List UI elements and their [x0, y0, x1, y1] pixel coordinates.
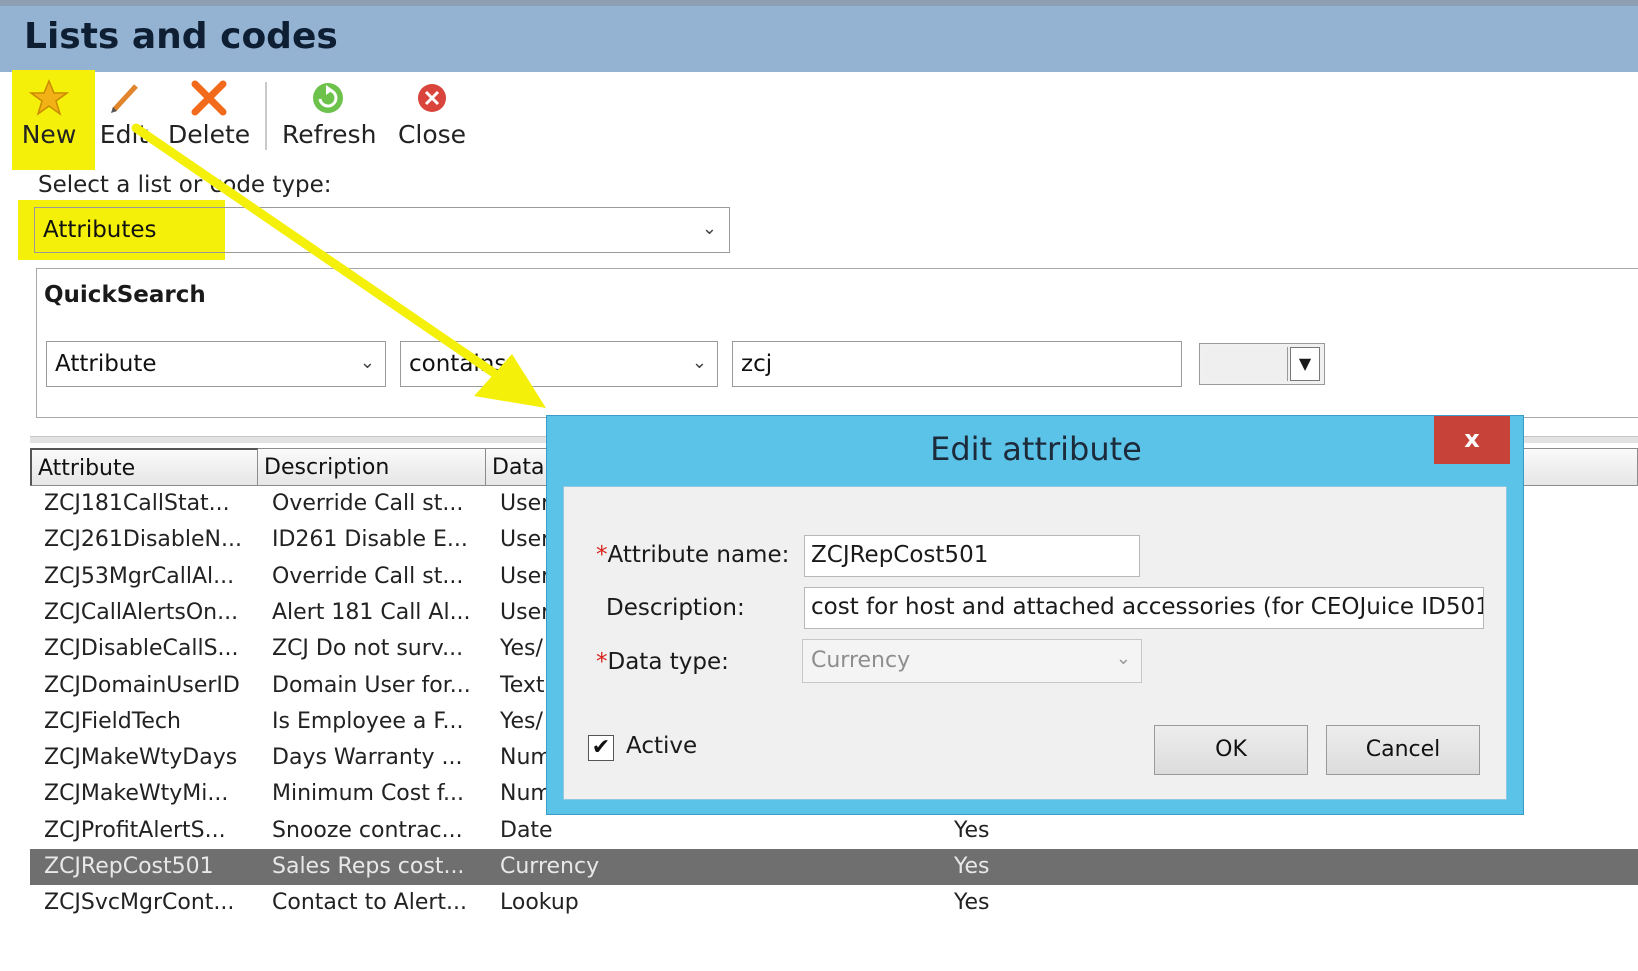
- table-cell-attribute: ZCJ181CallStat...: [44, 491, 230, 516]
- table-cell-description: Is Employee a F...: [272, 708, 464, 734]
- dialog-title: Edit attribute: [930, 430, 1142, 468]
- table-cell-data: User: [500, 527, 551, 553]
- table-cell-description: Contact to Alert...: [272, 890, 468, 916]
- table-cell-data: User: [500, 563, 551, 589]
- table-cell-attribute: ZCJ53MgrCallAl...: [44, 563, 235, 589]
- dropdown-arrow-icon[interactable]: ▼: [1290, 347, 1320, 381]
- description-label: Description:: [606, 595, 745, 621]
- table-cell-data: Text: [500, 672, 545, 698]
- table-cell-description: Snooze contrac...: [272, 817, 463, 843]
- toolbar-separator: [265, 82, 267, 150]
- data-type-select[interactable]: Currency ⌄: [802, 639, 1142, 683]
- quicksearch-title: QuickSearch: [44, 282, 206, 308]
- quicksearch-color-picker[interactable]: ▼: [1199, 343, 1325, 385]
- data-type-label: *Data type:: [596, 649, 729, 675]
- table-cell-attribute: ZCJProfitAlertS...: [44, 817, 226, 843]
- quicksearch-operator-select[interactable]: contains ⌄: [400, 341, 718, 387]
- chevron-down-icon: ⌄: [701, 218, 717, 239]
- column-header-description[interactable]: Description: [258, 448, 486, 486]
- ok-button[interactable]: OK: [1154, 725, 1308, 775]
- table-cell-description: Sales Reps cost...: [272, 854, 465, 879]
- refresh-icon: [313, 83, 343, 113]
- delete-button[interactable]: Delete: [168, 78, 250, 149]
- table-row[interactable]: ZCJRepCost501 Sales Reps cost... Currency Y…: [30, 849, 1638, 885]
- table-cell-description: Override Call st...: [272, 563, 464, 589]
- table-cell-active: Yes: [954, 890, 990, 916]
- chevron-down-icon: ⌄: [691, 352, 707, 373]
- table-cell-data: Lookup: [500, 890, 579, 916]
- table-cell-data: Date: [500, 817, 553, 843]
- quicksearch-value-input[interactable]: zcj: [732, 341, 1182, 387]
- attribute-name-input[interactable]: ZCJRepCost501: [804, 535, 1140, 577]
- table-cell-data: Num: [500, 745, 552, 771]
- required-marker: *: [596, 649, 608, 675]
- table-cell-attribute: ZCJMakeWtyMi...: [44, 781, 229, 807]
- new-label: New: [21, 120, 77, 149]
- window-titlebar: Lists and codes: [0, 6, 1638, 73]
- color-swatch: [1203, 347, 1288, 381]
- list-type-label: Select a list or code type:: [38, 172, 332, 198]
- window-title: Lists and codes: [24, 16, 338, 57]
- chevron-down-icon: ⌄: [359, 352, 375, 373]
- table-cell-description: Override Call st...: [272, 491, 464, 516]
- checkmark-icon: ✔: [591, 735, 611, 760]
- table-cell-description: Domain User for...: [272, 672, 471, 698]
- close-label: Close: [397, 120, 467, 149]
- table-row[interactable]: ZCJProfitAlertS... Snooze contrac... Date Y…: [30, 813, 1638, 849]
- cancel-button[interactable]: Cancel: [1326, 725, 1480, 775]
- delete-label: Delete: [168, 120, 251, 149]
- table-cell-attribute: ZCJFieldTech: [44, 708, 181, 734]
- chevron-down-icon: ⌄: [1115, 648, 1131, 669]
- close-button[interactable]: Close: [396, 78, 468, 149]
- edit-attribute-dialog: Edit attribute x *Attribute name: ZCJRep…: [546, 415, 1524, 815]
- refresh-label: Refresh: [282, 120, 377, 149]
- table-cell-data: User: [500, 599, 551, 625]
- dialog-body: *Attribute name: ZCJRepCost501 Descripti…: [563, 486, 1507, 800]
- data-type-value: Currency: [811, 648, 911, 673]
- table-cell-data: Num: [500, 781, 552, 807]
- refresh-button[interactable]: Refresh: [282, 78, 377, 149]
- table-cell-attribute: ZCJ261DisableN...: [44, 527, 242, 553]
- star-icon: [29, 79, 69, 116]
- list-type-value: Attributes: [43, 217, 157, 243]
- attribute-name-label: *Attribute name:: [596, 542, 790, 568]
- table-cell-description: ID261 Disable E...: [272, 527, 468, 553]
- table-cell-description: Minimum Cost f...: [272, 781, 464, 807]
- table-cell-attribute: ZCJDisableCallS...: [44, 636, 239, 662]
- table-cell-active: Yes: [954, 817, 990, 843]
- table-cell-data: User: [500, 491, 551, 516]
- table-cell-description: ZCJ Do not surv...: [272, 636, 464, 662]
- quicksearch-value-text: zcj: [741, 351, 773, 377]
- table-cell-data: Currency: [500, 854, 600, 879]
- new-button[interactable]: New: [18, 78, 80, 149]
- close-circle-icon: [418, 84, 446, 112]
- table-cell-attribute: ZCJMakeWtyDays: [44, 745, 238, 771]
- table-cell-attribute: ZCJCallAlertsOn...: [44, 599, 239, 625]
- quicksearch-field-select[interactable]: Attribute ⌄: [46, 341, 386, 387]
- active-label: Active: [626, 733, 698, 759]
- quicksearch-field-value: Attribute: [55, 351, 157, 377]
- active-checkbox[interactable]: ✔: [588, 735, 614, 761]
- table-cell-description: Days Warranty ...: [272, 745, 463, 771]
- delete-x-icon: [191, 80, 227, 116]
- column-header-attribute[interactable]: Attribute: [30, 448, 258, 486]
- table-cell-description: Alert 181 Call Al...: [272, 599, 471, 625]
- table-cell-data: Yes/: [500, 708, 543, 734]
- table-cell-data: Yes/: [500, 636, 543, 662]
- description-input[interactable]: cost for host and attached accessories (…: [804, 587, 1484, 629]
- edit-button[interactable]: Edit: [98, 78, 150, 149]
- table-cell-attribute: ZCJRepCost501: [44, 854, 214, 879]
- table-cell-attribute: ZCJSvcMgrCont...: [44, 890, 235, 916]
- pencil-icon: [111, 84, 138, 113]
- dialog-close-button[interactable]: x: [1434, 416, 1510, 464]
- quicksearch-operator-value: contains: [409, 351, 507, 377]
- edit-label: Edit: [99, 120, 149, 149]
- table-cell-attribute: ZCJDomainUserID: [44, 672, 240, 698]
- table-cell-active: Yes: [954, 854, 990, 879]
- table-row[interactable]: ZCJSvcMgrCont... Contact to Alert... Looku…: [30, 885, 1638, 921]
- required-marker: *: [596, 542, 608, 568]
- list-type-select[interactable]: Attributes ⌄: [34, 207, 730, 253]
